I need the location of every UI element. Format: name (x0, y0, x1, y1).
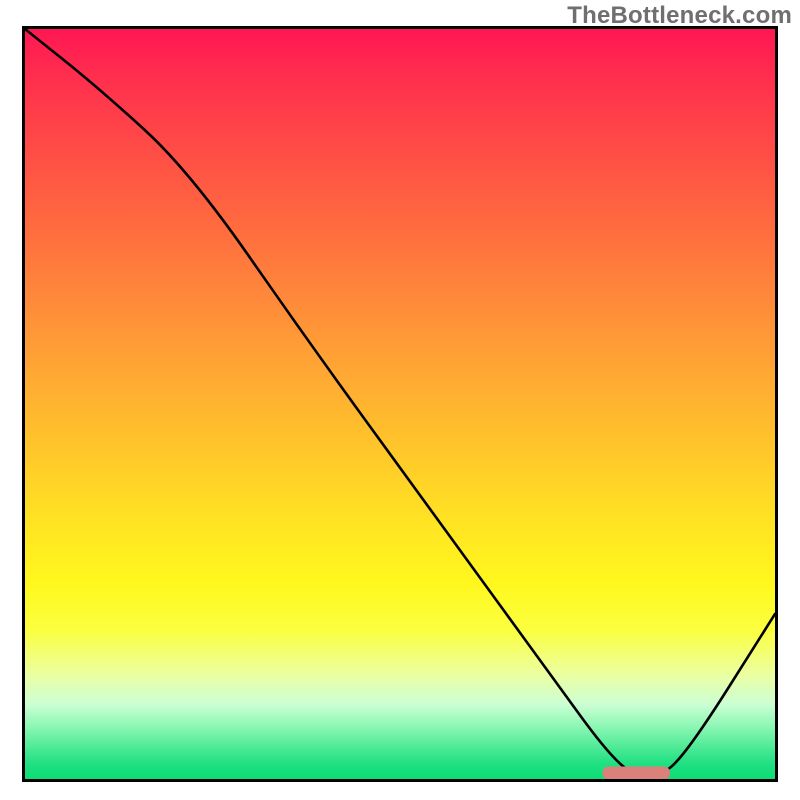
bottleneck-curve (25, 29, 775, 779)
optimal-range-marker (603, 767, 671, 780)
overlay-svg (25, 29, 775, 779)
plot-area (22, 26, 778, 782)
chart-container: TheBottleneck.com (0, 0, 800, 800)
watermark-text: TheBottleneck.com (567, 2, 792, 30)
